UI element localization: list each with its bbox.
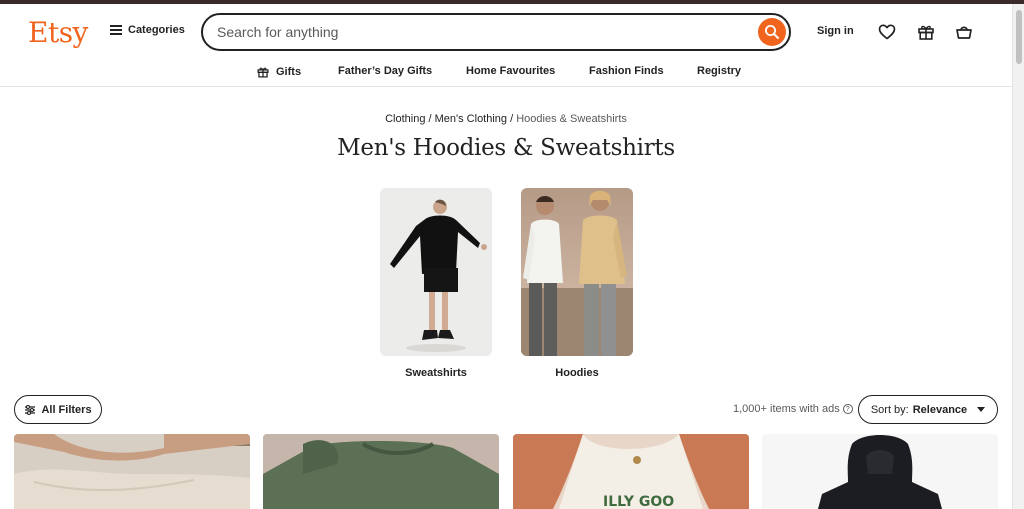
subcategory-label: Hoodies [555,367,599,379]
search-button[interactable] [758,18,786,46]
nav-item-registry[interactable]: Registry [697,65,741,77]
categories-button[interactable]: Categories [110,24,185,36]
category-nav: Gifts Father’s Day Gifts Home Favourites… [0,62,1012,82]
subcategory-card-hoodies[interactable]: Hoodies [521,188,633,379]
nav-item-fathers-day-gifts[interactable]: Father’s Day Gifts [338,65,432,77]
heart-icon[interactable] [877,22,897,42]
results-count: 1,000+ items with ads ? [733,403,853,415]
gift-icon [257,67,269,78]
results-count-text: 1,000+ items with ads [733,403,840,415]
etsy-logo[interactable]: Etsy [28,16,88,49]
filter-sliders-icon [25,404,36,415]
sort-prefix: Sort by: [870,403,909,416]
product-image [14,434,250,509]
nav-item-gifts[interactable]: Gifts [256,65,301,79]
product-image: ILLY GOO [513,434,749,509]
page-scrollbar[interactable] [1012,4,1024,509]
site-header: Etsy Categories Sign in [0,4,1012,87]
sign-in-link[interactable]: Sign in [817,25,854,37]
product-card[interactable]: ILLY GOO [513,434,749,509]
nav-item-home-favourites[interactable]: Home Favourites [466,65,555,77]
sort-dropdown[interactable]: Sort by: Relevance [858,395,998,424]
product-card[interactable] [263,434,499,509]
product-card[interactable] [762,434,998,509]
product-image [762,434,998,509]
svg-text:ILLY GOO: ILLY GOO [603,494,674,509]
menu-icon [110,25,122,35]
product-image [263,434,499,509]
sort-value: Relevance [912,403,968,416]
sweatshirts-image [380,188,492,356]
scrollbar-thumb[interactable] [1016,10,1022,64]
breadcrumb-separator: / [510,113,514,125]
breadcrumb-separator: / [428,113,432,125]
breadcrumb-current: Hoodies & Sweatshirts [516,113,627,125]
search-icon [765,25,779,39]
help-icon[interactable]: ? [842,404,853,414]
breadcrumb-link-clothing[interactable]: Clothing [385,113,425,125]
search-input[interactable] [217,22,747,42]
all-filters-button[interactable]: All Filters [14,395,102,424]
subcategory-card-sweatshirts[interactable]: Sweatshirts [380,188,492,379]
product-card[interactable] [14,434,250,509]
breadcrumb: Clothing / Men's Clothing / Hoodies & Sw… [0,113,1012,125]
search-bar [201,13,791,51]
bag-icon[interactable] [954,22,974,42]
page-title: Men's Hoodies & Sweatshirts [337,135,675,161]
categories-label: Categories [128,24,185,36]
nav-item-label: Gifts [276,66,302,78]
caret-down-icon [977,407,986,412]
subcategory-label: Sweatshirts [405,367,467,379]
breadcrumb-link-mens-clothing[interactable]: Men's Clothing [435,113,507,125]
all-filters-label: All Filters [41,403,92,416]
hoodies-image [521,188,633,356]
gift-icon[interactable] [916,22,936,42]
nav-item-fashion-finds[interactable]: Fashion Finds [589,65,664,77]
